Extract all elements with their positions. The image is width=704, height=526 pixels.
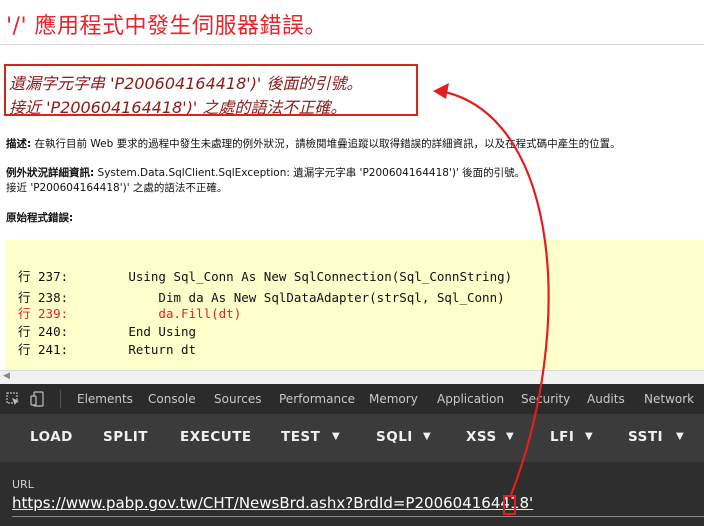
error-message-line-1: 遺漏字元字串 'P200604164418')' 後面的引號。 bbox=[9, 74, 363, 93]
tab-console[interactable]: Console bbox=[148, 392, 196, 406]
description-label: 描述: bbox=[6, 138, 32, 150]
code-line: 行 237: Using Sql_Conn As New SqlConnecti… bbox=[18, 269, 513, 284]
source-error-label: 原始程式錯誤: bbox=[6, 212, 74, 224]
sqli-button[interactable]: SQLI bbox=[376, 429, 413, 445]
description-text: 在執行目前 Web 要求的過程中發生未處理的例外狀況，請檢閱堆疊追蹤以取得錯誤的… bbox=[31, 138, 621, 150]
url-input-underline bbox=[12, 516, 704, 517]
error-message-line-2: 接近 'P200604164418')' 之處的語法不正確。 bbox=[9, 98, 347, 117]
load-button[interactable]: LOAD bbox=[30, 429, 73, 445]
inspect-element-icon[interactable] bbox=[6, 392, 20, 406]
code-line: 行 240: End Using bbox=[18, 324, 197, 339]
execute-button[interactable]: EXECUTE bbox=[180, 429, 252, 445]
chevron-down-icon[interactable]: ▼ bbox=[676, 431, 684, 442]
tab-network[interactable]: Network bbox=[644, 392, 694, 406]
injected-quote-highlight bbox=[503, 495, 516, 515]
chevron-down-icon[interactable]: ▼ bbox=[332, 431, 340, 442]
exception-label: 例外狀況詳細資訊: bbox=[6, 167, 95, 179]
tab-application[interactable]: Application bbox=[437, 392, 504, 406]
chevron-down-icon[interactable]: ▼ bbox=[506, 431, 514, 442]
chevron-down-icon[interactable]: ▼ bbox=[423, 431, 431, 442]
description: 描述: 在執行目前 Web 要求的過程中發生未處理的例外狀況，請檢閱堆疊追蹤以取… bbox=[6, 136, 621, 151]
scroll-left-icon[interactable]: ◀ bbox=[3, 371, 10, 381]
lfi-button[interactable]: LFI bbox=[550, 429, 574, 445]
code-line-highlighted: 行 239: da.Fill(dt) bbox=[18, 306, 242, 321]
tab-memory[interactable]: Memory bbox=[369, 392, 418, 406]
xss-button[interactable]: XSS bbox=[466, 429, 497, 445]
ssti-button[interactable]: SSTI bbox=[628, 429, 663, 445]
tab-audits[interactable]: Audits bbox=[587, 392, 625, 406]
title-divider bbox=[0, 44, 704, 45]
url-label: URL bbox=[12, 478, 34, 491]
device-toolbar-icon[interactable] bbox=[30, 391, 46, 407]
tab-performance[interactable]: Performance bbox=[279, 392, 355, 406]
exception-details-line-2: 接近 'P200604164418')' 之處的語法不正確。 bbox=[6, 182, 228, 194]
exception-details: 例外狀況詳細資訊: System.Data.SqlClient.SqlExcep… bbox=[6, 165, 525, 180]
split-button[interactable]: SPLIT bbox=[103, 429, 148, 445]
tab-separator bbox=[60, 390, 61, 408]
tab-sources[interactable]: Sources bbox=[214, 392, 261, 406]
code-line: 行 241: Return dt bbox=[18, 342, 197, 357]
horizontal-scrollbar[interactable] bbox=[0, 370, 704, 385]
url-input[interactable]: https://www.pabp.gov.tw/CHT/NewsBrd.ashx… bbox=[12, 494, 533, 512]
exception-text: System.Data.SqlClient.SqlException: 遺漏字元… bbox=[94, 167, 526, 179]
tab-elements[interactable]: Elements bbox=[77, 392, 133, 406]
page-title: '/' 應用程式中發生伺服器錯誤。 bbox=[6, 14, 328, 39]
chevron-down-icon[interactable]: ▼ bbox=[585, 431, 593, 442]
test-button[interactable]: TEST bbox=[281, 429, 320, 445]
tab-security[interactable]: Security bbox=[521, 392, 570, 406]
